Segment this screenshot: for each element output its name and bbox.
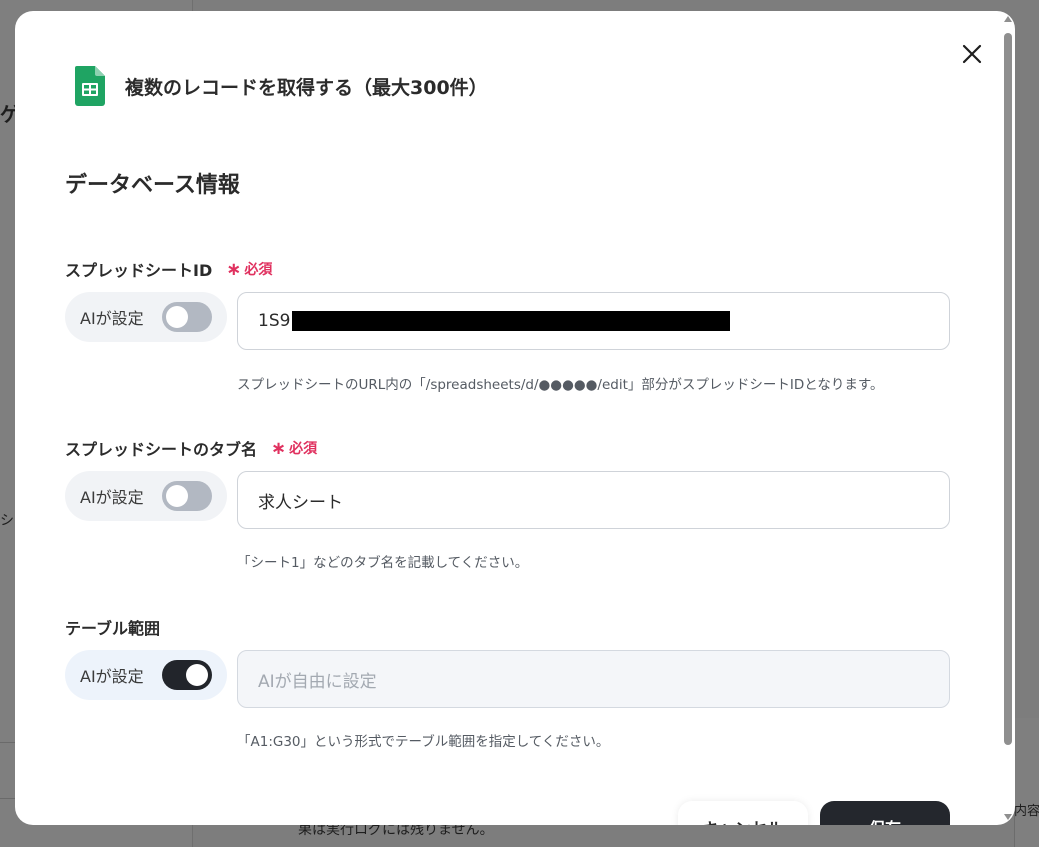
ai-setting-label: AIが設定 xyxy=(80,488,144,507)
cancel-button-label: キャンセル xyxy=(703,815,783,825)
field-hint: 「A1:G30」という形式でテーブル範囲を指定してください。 xyxy=(237,734,610,750)
google-sheets-icon xyxy=(75,66,105,106)
required-badge: ∗ 必須 xyxy=(226,259,272,280)
input-placeholder: AIが自由に設定 xyxy=(258,671,377,692)
tab-name-input[interactable]: 求人シート xyxy=(237,471,950,529)
field-hint: 「シート1」などのタブ名を記載してください。 xyxy=(237,555,529,571)
background-text-fragment: 内容 xyxy=(1014,804,1039,819)
required-text: 必須 xyxy=(244,262,273,278)
field-label-tab-name: スプレッドシートのタブ名 ∗ 必須 xyxy=(65,436,317,460)
toggle-switch[interactable] xyxy=(162,302,212,332)
input-value: 1S9 xyxy=(258,311,291,331)
modal-header: 複数のレコードを取得する（最大300件） xyxy=(75,66,488,106)
toggle-knob xyxy=(166,485,188,507)
ai-setting-label: AIが設定 xyxy=(80,309,144,328)
table-range-input[interactable]: AIが自由に設定 xyxy=(237,650,950,708)
ai-setting-toggle-tab-name[interactable]: AIが設定 xyxy=(65,471,227,521)
field-label-text: テーブル範囲 xyxy=(65,619,161,638)
cancel-button[interactable]: キャンセル xyxy=(678,801,808,825)
required-text: 必須 xyxy=(289,441,318,457)
field-label-table-range: テーブル範囲 xyxy=(65,615,160,639)
scroll-up-arrow-icon[interactable] xyxy=(1004,16,1012,22)
ai-setting-toggle-table-range[interactable]: AIが設定 xyxy=(65,650,227,700)
asterisk-icon: ∗ xyxy=(226,258,242,280)
input-value: 求人シート xyxy=(258,492,343,513)
save-button-label: 保存 xyxy=(869,815,901,825)
field-label-text: スプレッドシートのタブ名 xyxy=(65,440,258,459)
spreadsheet-id-input[interactable]: 1S9 xyxy=(237,292,950,350)
background-text-fragment: シ xyxy=(0,513,14,529)
modal-scrollbar[interactable] xyxy=(1001,11,1015,825)
field-label-spreadsheet-id: スプレッドシートID ∗ 必須 xyxy=(65,257,272,281)
background-right-panel xyxy=(1014,718,1039,847)
toggle-knob xyxy=(166,306,188,328)
toggle-knob xyxy=(186,664,208,686)
ai-setting-toggle-spreadsheet-id[interactable]: AIが設定 xyxy=(65,292,227,342)
scrollbar-thumb[interactable] xyxy=(1004,33,1012,745)
asterisk-icon: ∗ xyxy=(271,437,287,459)
field-hint: スプレッドシートのURL内の「/spreadsheets/d/●●●●●/edi… xyxy=(237,377,884,393)
redaction-bar xyxy=(292,311,731,331)
scroll-down-arrow-icon[interactable] xyxy=(1004,814,1012,820)
field-label-text: スプレッドシートID xyxy=(65,261,213,280)
save-button[interactable]: 保存 xyxy=(820,801,950,825)
close-icon[interactable] xyxy=(959,41,985,67)
record-fetch-modal: 複数のレコードを取得する（最大300件） データベース情報 スプレッドシートID… xyxy=(15,11,1015,825)
section-title: データベース情報 xyxy=(65,173,240,198)
toggle-switch[interactable] xyxy=(162,660,212,690)
toggle-switch[interactable] xyxy=(162,481,212,511)
required-badge: ∗ 必須 xyxy=(271,438,317,459)
ai-setting-label: AIが設定 xyxy=(80,667,144,686)
background-text-fragment: ゲ xyxy=(0,102,15,126)
modal-title: 複数のレコードを取得する（最大300件） xyxy=(125,76,488,99)
